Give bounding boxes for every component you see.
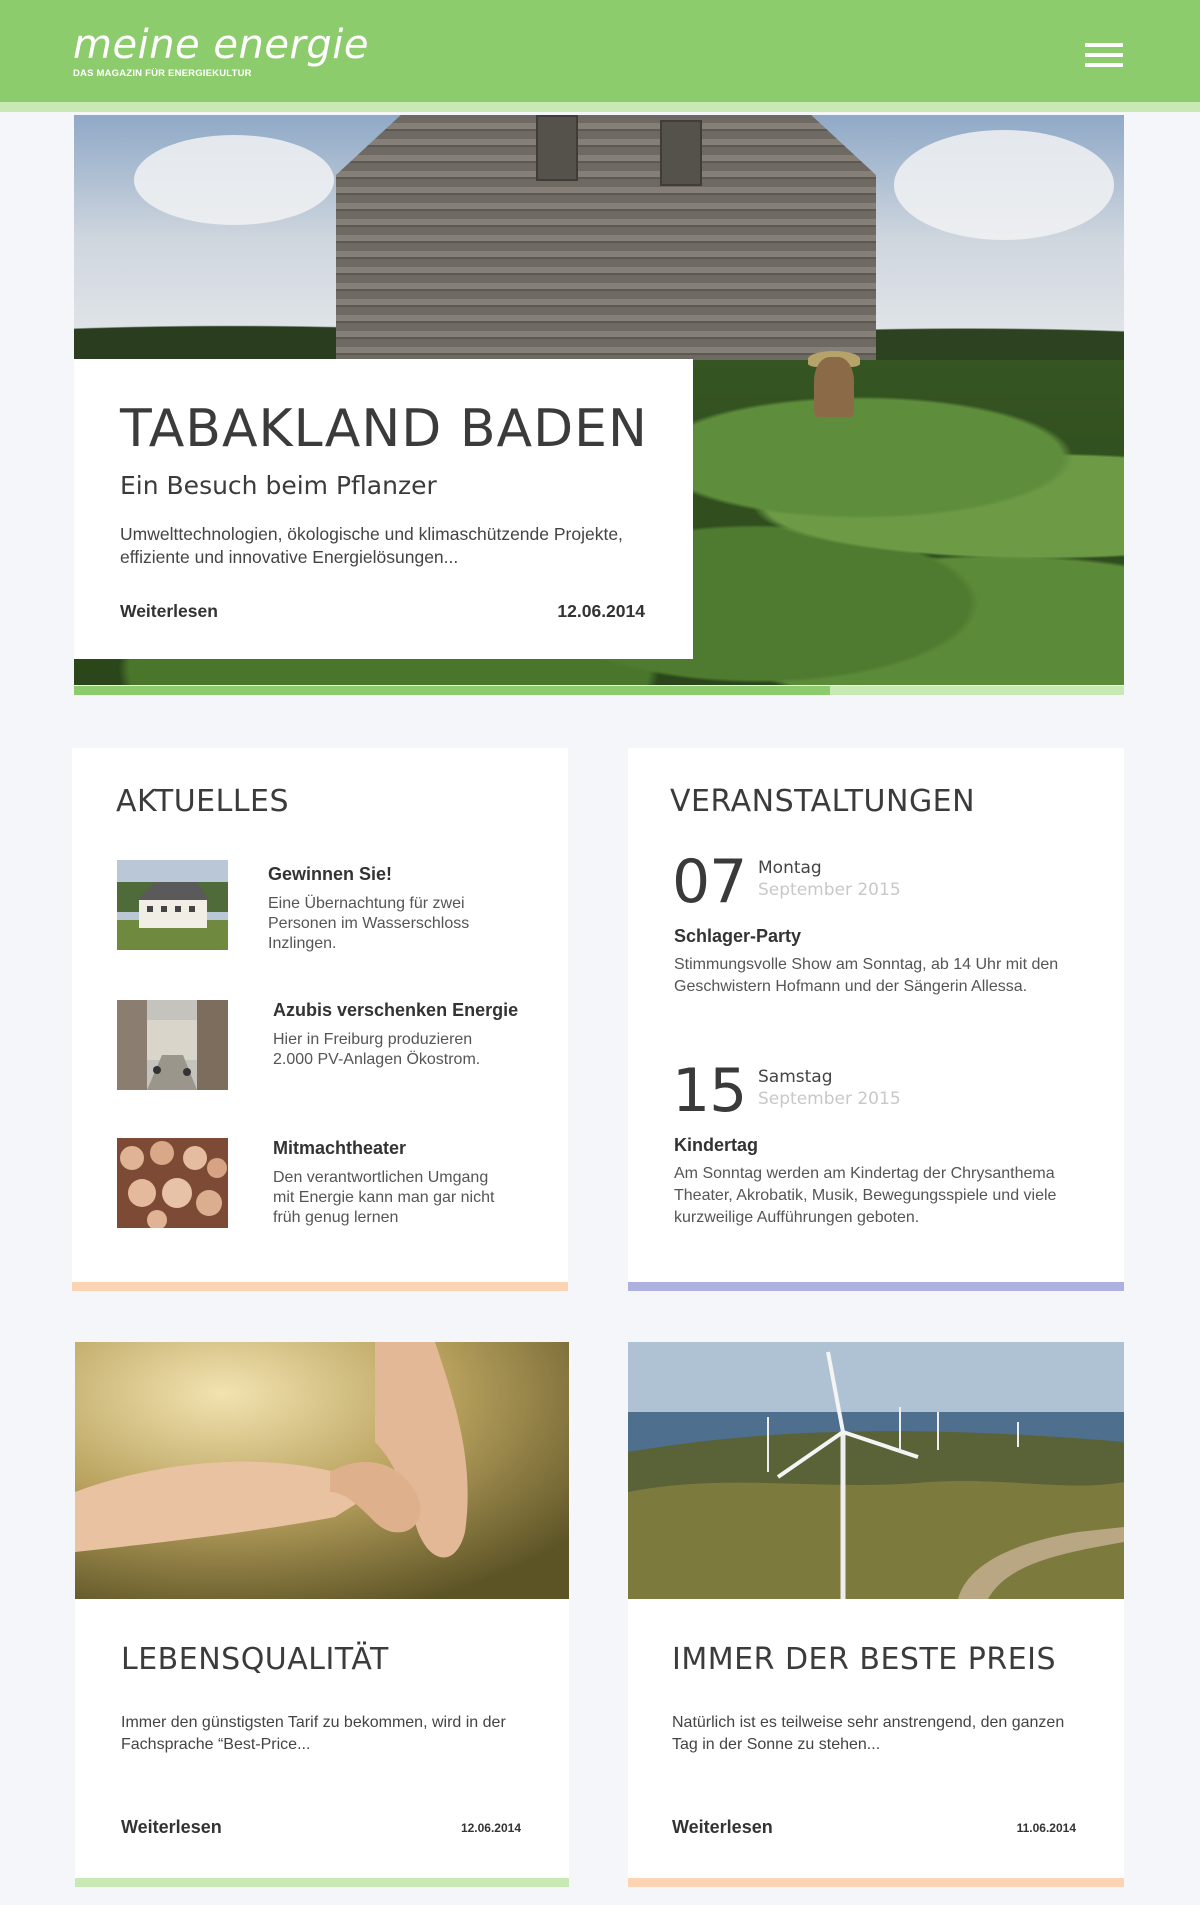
- event-day: 07: [672, 847, 747, 917]
- veranstaltungen-heading: VERANSTALTUNGEN: [670, 784, 976, 819]
- aktuelles-card: AKTUELLES Gewinnen Sie! Eine Übernachtun…: [72, 748, 568, 1291]
- teaser-heading: IMMER DER BESTE PREIS: [672, 1642, 1057, 1677]
- news-title: Mitmachtheater: [273, 1138, 407, 1158]
- hero-progress-fill: [74, 686, 830, 695]
- teaser-text: Immer den günstigsten Tarif zu bekommen,…: [121, 1714, 506, 1753]
- event-title: Kindertag: [674, 1135, 759, 1155]
- event-text: Stimmungsvolle Show am Sonntag, ab 14 Uh…: [674, 956, 1059, 995]
- news-item[interactable]: Azubis verschenken Energie Hier in Freib…: [117, 1000, 557, 1100]
- logo-subtitle: DAS MAGAZIN FÜR ENERGIEKULTUR: [73, 68, 252, 79]
- news-text: Den verantwortlichen Umgang mit Energie …: [273, 1169, 495, 1226]
- teaser-accent-bar: [75, 1878, 569, 1887]
- hero-subtitle: Ein Besuch beim Pflanzer: [120, 471, 437, 500]
- news-item[interactable]: Mitmachtheater Den verantwortlichen Umga…: [117, 1138, 557, 1238]
- teaser-accent-bar: [628, 1878, 1124, 1887]
- teaser-read-more-link[interactable]: Weiterlesen: [672, 1817, 773, 1838]
- event-text: Am Sonntag werden am Kindertag der Chrys…: [674, 1165, 1057, 1226]
- veranstaltungen-card: VERANSTALTUNGEN 07 Montag September 2015…: [628, 748, 1124, 1291]
- hero-card: TABAKLAND BADEN Ein Besuch beim Pflanzer…: [74, 359, 693, 659]
- hero-title: TABAKLAND BADEN: [120, 399, 648, 459]
- veranstaltungen-accent-bar: [628, 1282, 1124, 1291]
- event-title: Schlager-Party: [674, 926, 802, 946]
- hero-read-more-link[interactable]: Weiterlesen: [120, 601, 218, 622]
- hamburger-menu-icon[interactable]: [1085, 43, 1123, 69]
- news-title: Azubis verschenken Energie: [273, 1000, 519, 1020]
- site-logo[interactable]: meine energie DAS MAGAZIN FÜR ENERGIEKUL…: [73, 22, 369, 79]
- teaser-card-beste-preis: IMMER DER BESTE PREIS Natürlich ist es t…: [628, 1342, 1124, 1887]
- event-weekday: Samstag: [758, 1067, 833, 1087]
- teaser-heading: LEBENSQUALITÄT: [121, 1642, 389, 1677]
- children-thumbnail: [117, 1138, 228, 1228]
- logo-title: meine energie: [73, 22, 369, 68]
- hands-image[interactable]: [75, 1342, 569, 1599]
- teaser-text: Natürlich ist es teilweise sehr anstreng…: [672, 1714, 1065, 1753]
- site-header: meine energie DAS MAGAZIN FÜR ENERGIEKUL…: [0, 0, 1200, 102]
- teaser-card-lebensqualitaet: LEBENSQUALITÄT Immer den günstigsten Tar…: [75, 1342, 569, 1887]
- news-text: Hier in Freiburg produzieren 2.000 PV-An…: [273, 1031, 481, 1068]
- header-stripe: [0, 102, 1200, 112]
- event-month: September 2015: [758, 880, 901, 900]
- hero-text: Umwelttechnologien, ökologische und klim…: [120, 524, 623, 567]
- teaser-date: 11.06.2014: [1016, 1821, 1076, 1835]
- street-thumbnail: [117, 1000, 228, 1090]
- aktuelles-accent-bar: [72, 1282, 568, 1291]
- news-item[interactable]: Gewinnen Sie! Eine Übernachtung für zwei…: [117, 860, 557, 960]
- news-title: Gewinnen Sie!: [268, 864, 393, 884]
- aktuelles-heading: AKTUELLES: [116, 784, 290, 819]
- event-weekday: Montag: [758, 858, 822, 878]
- event-month: September 2015: [758, 1089, 901, 1109]
- teaser-date: 12.06.2014: [460, 1821, 521, 1835]
- teaser-read-more-link[interactable]: Weiterlesen: [121, 1817, 222, 1838]
- event-day: 15: [672, 1056, 747, 1126]
- news-text: Eine Übernachtung für zwei Personen im W…: [268, 895, 470, 952]
- wind-turbine-image[interactable]: [628, 1342, 1124, 1599]
- hero-date: 12.06.2014: [557, 601, 645, 621]
- hero-progress-bar: [74, 686, 1124, 695]
- castle-thumbnail: [117, 860, 228, 950]
